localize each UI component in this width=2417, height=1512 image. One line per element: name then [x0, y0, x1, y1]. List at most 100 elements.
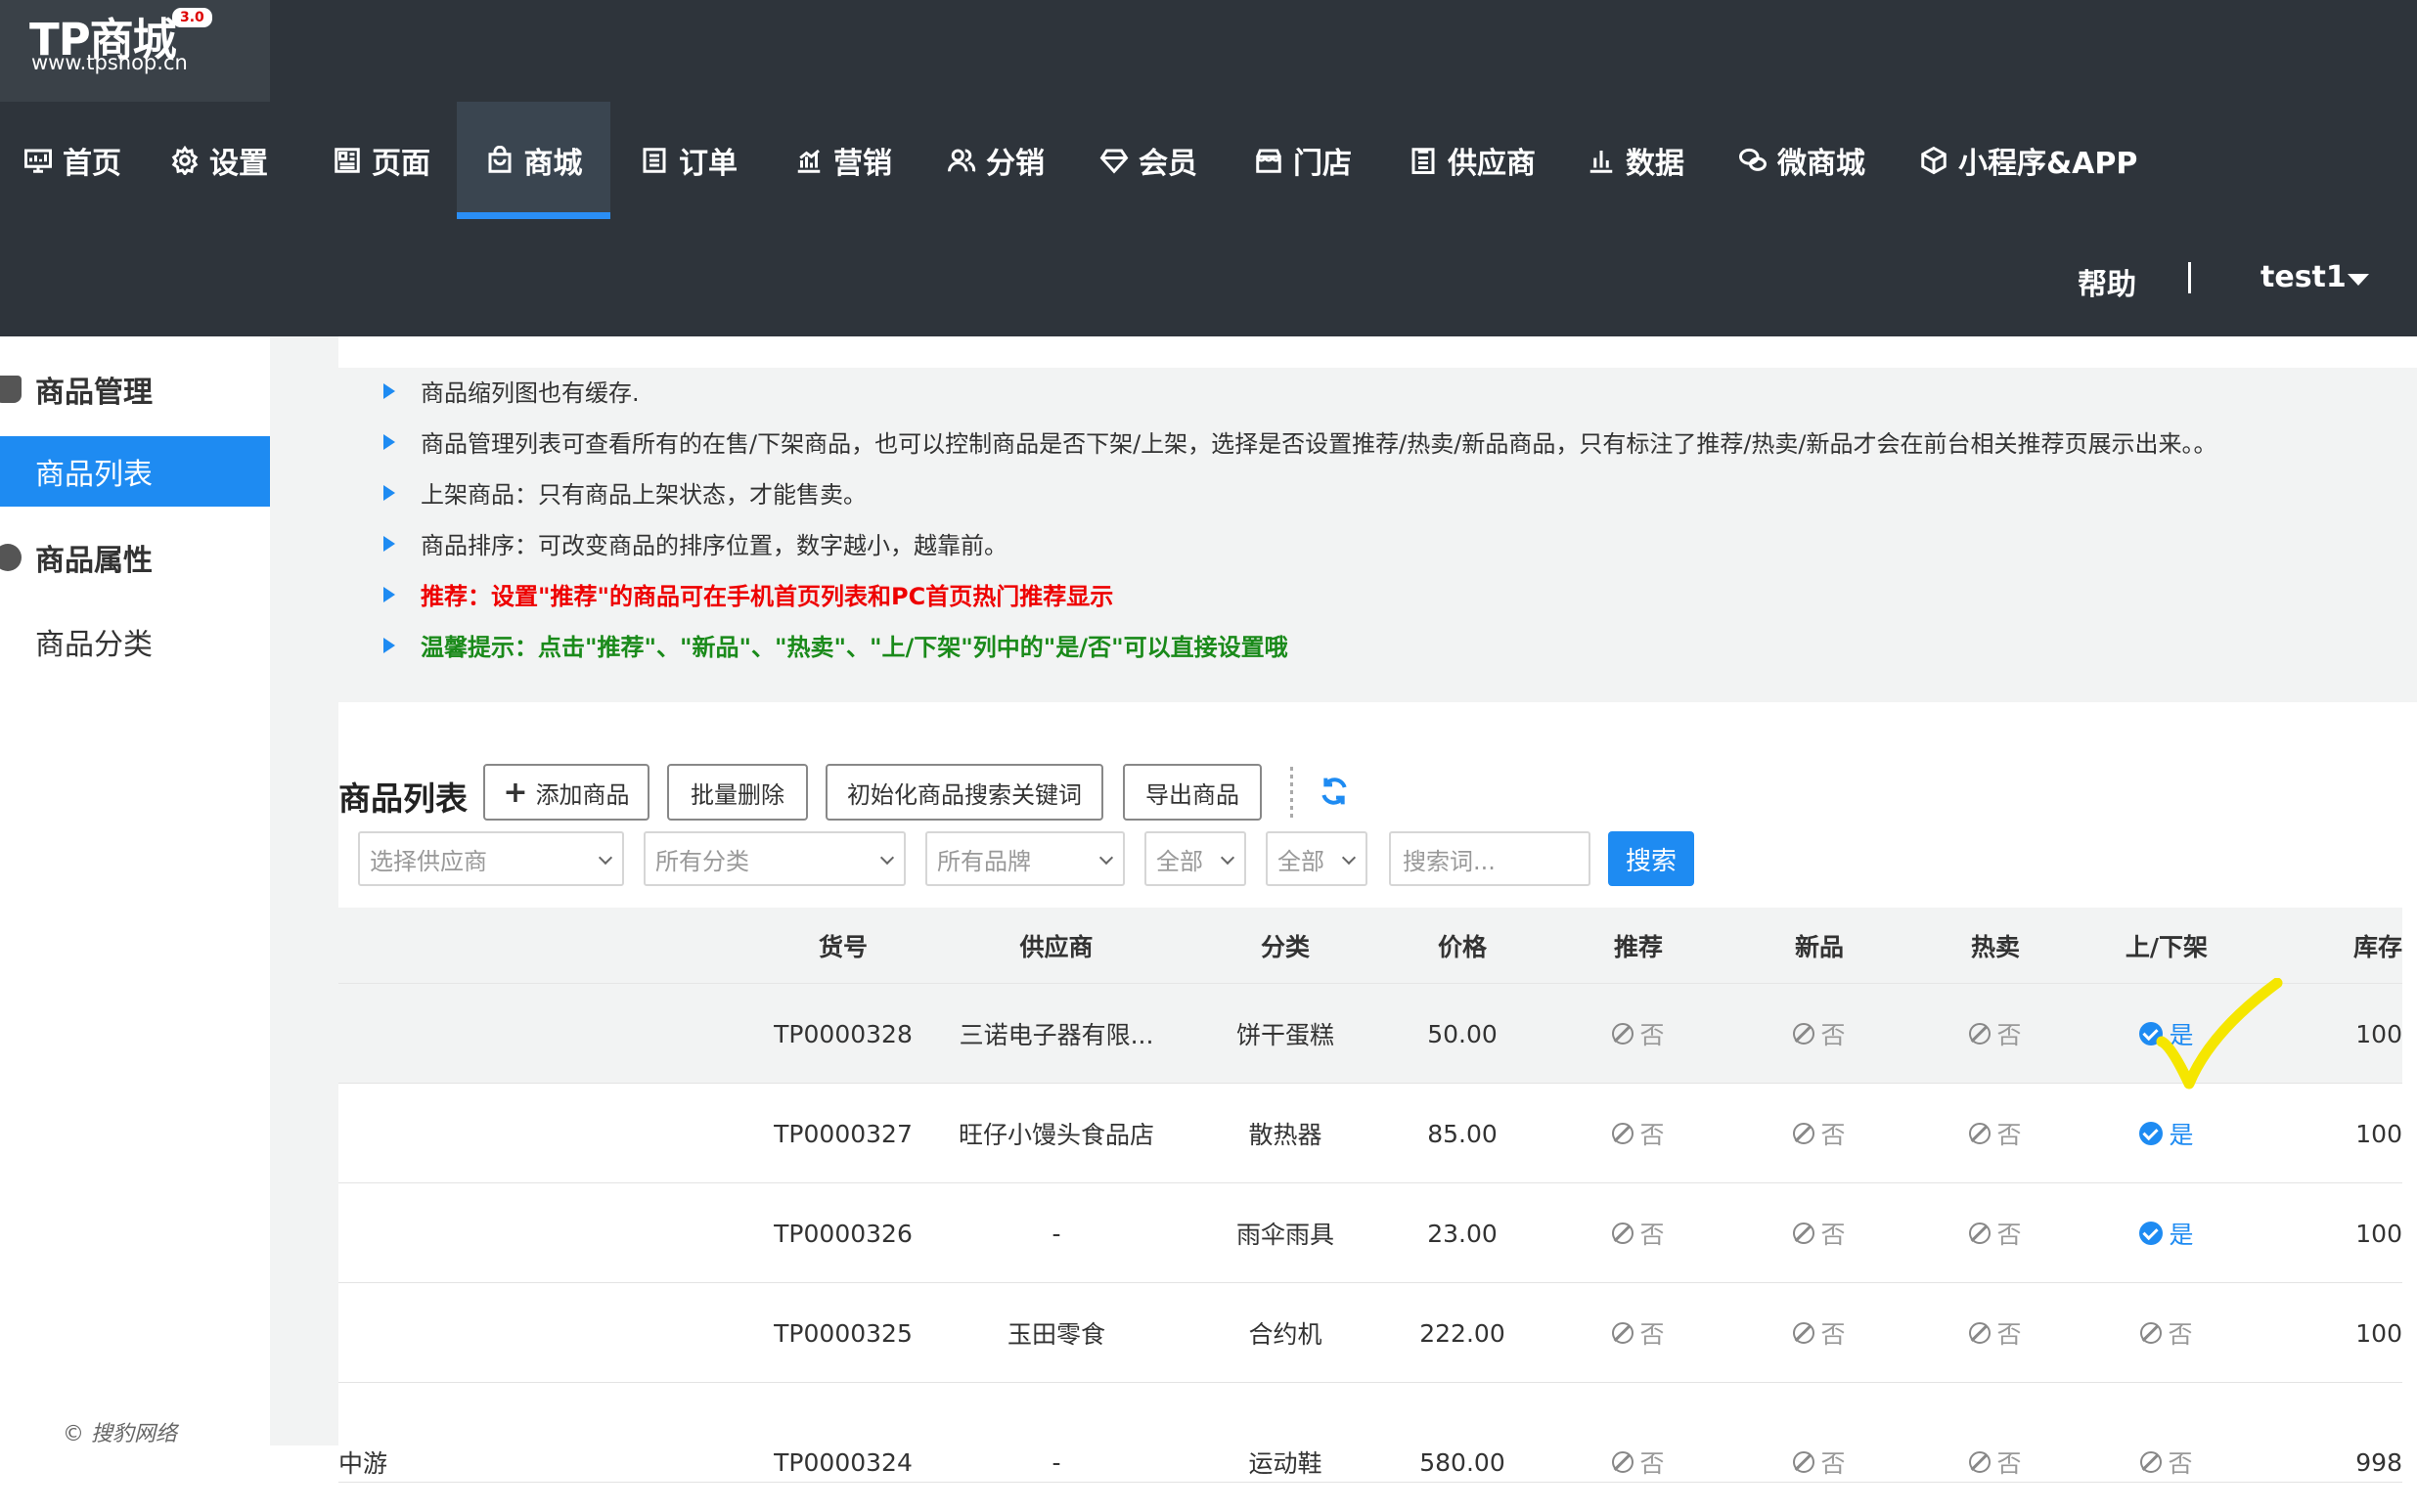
toggle-new[interactable]: 否	[1731, 1412, 1907, 1512]
toggle-new[interactable]: 否	[1731, 1084, 1907, 1183]
search-input[interactable]: 搜索词...	[1389, 831, 1590, 886]
cube-icon	[1921, 146, 1947, 175]
nav-item-settings[interactable]: 设置	[170, 102, 268, 219]
nav-item-marketing[interactable]: 营销	[794, 102, 892, 219]
wechat-icon	[1739, 148, 1767, 171]
nav-item-data[interactable]: 数据	[1587, 102, 1684, 219]
batch-delete-button[interactable]: 批量删除	[667, 764, 808, 821]
status-no[interactable]: 否	[2140, 1315, 2193, 1351]
column-header-recommend[interactable]: 推荐	[1545, 908, 1731, 984]
init-search-keywords-button[interactable]: 初始化商品搜索关键词	[826, 764, 1103, 821]
nav-item-orders[interactable]: 订单	[640, 102, 738, 219]
status-text: 否	[1820, 1121, 1846, 1149]
status-no[interactable]: 否	[1793, 1315, 1846, 1351]
table-row[interactable]: TP0000328 三诺电子器有限... 饼干蛋糕 50.00 否否否是 100	[338, 984, 2402, 1084]
help-link[interactable]: 帮助	[2078, 260, 2136, 303]
ban-icon	[1793, 1223, 1815, 1244]
ban-icon	[1793, 1123, 1815, 1144]
nav-item-distribution[interactable]: 分销	[947, 102, 1045, 219]
status-no[interactable]: 否	[2140, 1445, 2193, 1480]
supplier-select[interactable]: 选择供应商	[358, 831, 624, 886]
status-no[interactable]: 否	[1969, 1445, 2022, 1480]
column-header-price[interactable]: 价格	[1379, 908, 1545, 984]
toggle-new[interactable]: 否	[1731, 1283, 1907, 1383]
nav-item-miniprogram-app[interactable]: 小程序&APP	[1919, 102, 2137, 219]
nav-label: 商城	[523, 147, 583, 181]
status-yes[interactable]: 是	[2139, 1116, 2194, 1151]
status-yes[interactable]: 是	[2139, 1216, 2194, 1251]
status-no[interactable]: 否	[1793, 1445, 1846, 1480]
toggle-recommend[interactable]: 否	[1545, 1084, 1731, 1183]
column-header-category[interactable]: 分类	[1191, 908, 1379, 984]
sidebar-item-goods-category[interactable]: 商品分类	[0, 606, 270, 677]
chart-icon	[797, 149, 821, 173]
toggle-hot[interactable]: 否	[1907, 1183, 2083, 1283]
column-header-supplier[interactable]: 供应商	[921, 908, 1191, 984]
status-no[interactable]: 否	[1969, 1116, 2022, 1151]
toggle-recommend[interactable]: 否	[1545, 1283, 1731, 1383]
status-no[interactable]: 否	[1612, 1315, 1665, 1351]
caret-down-icon[interactable]	[2348, 274, 2369, 286]
brand-select[interactable]: 所有品牌	[925, 831, 1125, 886]
logo[interactable]: TP商城 3.0 www.tpshop.cn	[0, 0, 270, 102]
nav-label: 会员	[1139, 147, 1197, 181]
toggle-hot[interactable]: 否	[1907, 1283, 2083, 1383]
table-row[interactable]: TP0000326 - 雨伞雨具 23.00 否 否 否 是 100	[338, 1183, 2402, 1283]
nav-item-stores[interactable]: 门店	[1254, 102, 1352, 219]
toggle-on-sale[interactable]: 否	[2083, 1412, 2250, 1512]
check-circle-icon	[2139, 1222, 2164, 1245]
nav-item-members[interactable]: 会员	[1099, 102, 1197, 219]
ban-icon	[1612, 1451, 1634, 1473]
status-no[interactable]: 否	[1969, 1216, 2022, 1251]
toggle-hot[interactable]: 否	[1907, 1412, 2083, 1512]
toggle-hot[interactable]: 否	[1907, 984, 2083, 1084]
add-goods-button[interactable]: + 添加商品	[483, 764, 649, 821]
column-header-on-sale[interactable]: 上/下架	[2083, 908, 2250, 984]
type-select[interactable]: 全部	[1266, 831, 1367, 886]
status-no[interactable]: 否	[1612, 1445, 1665, 1480]
cell-supplier: -	[1052, 1219, 1061, 1248]
status-no[interactable]: 否	[1793, 1116, 1846, 1151]
select-value: 全部	[1277, 847, 1324, 875]
table-row[interactable]: 中游 TP0000324 - 运动鞋 580.00 否 否 否 否 998	[338, 1383, 2402, 1483]
nav-item-wechat-mall[interactable]: 微商城	[1738, 102, 1865, 219]
toggle-new[interactable]: 否	[1731, 1183, 1907, 1283]
tip-item: 商品管理列表可查看所有的在售/下架商品，也可以控制商品是否下架/上架，选择是否设…	[383, 424, 2217, 459]
table-row[interactable]: TP0000327 旺仔小馒头食品店 散热器 85.00 否否否是 100	[338, 1084, 2402, 1183]
column-header-stock[interactable]: 库存	[2250, 908, 2402, 984]
nav-label: 数据	[1626, 147, 1684, 181]
cell-category: 饼干蛋糕	[1235, 1021, 1334, 1049]
toggle-recommend[interactable]: 否	[1545, 984, 1731, 1084]
column-header-sku[interactable]: 货号	[765, 908, 921, 984]
table-row[interactable]: TP0000325 玉田零食 合约机 222.00 否 否 否 否 100	[338, 1283, 2402, 1383]
chevron-down-icon	[1220, 850, 1235, 866]
status-no[interactable]: 否	[1969, 1315, 2022, 1351]
cell-price: 23.00	[1427, 1219, 1498, 1248]
nav-item-suppliers[interactable]: 供应商	[1409, 102, 1536, 219]
sidebar-item-goods-list[interactable]: 商品列表	[0, 436, 270, 507]
toggle-hot[interactable]: 否	[1907, 1084, 2083, 1183]
status-select[interactable]: 全部	[1144, 831, 1246, 886]
column-header-new[interactable]: 新品	[1731, 908, 1907, 984]
status-no[interactable]: 否	[1793, 1216, 1846, 1251]
refresh-icon[interactable]	[1319, 776, 1350, 807]
search-button[interactable]: 搜索	[1608, 831, 1694, 886]
category-select[interactable]: 所有分类	[644, 831, 906, 886]
toggle-recommend[interactable]: 否	[1545, 1412, 1731, 1512]
user-menu[interactable]: test1	[2260, 260, 2347, 294]
status-no[interactable]: 否	[1969, 1016, 2022, 1051]
column-header-hot[interactable]: 热卖	[1907, 908, 2083, 984]
nav-item-home[interactable]: 首页	[23, 102, 121, 219]
toggle-new[interactable]: 否	[1731, 984, 1907, 1084]
status-no[interactable]: 否	[1612, 1016, 1665, 1051]
status-no[interactable]: 否	[1612, 1216, 1665, 1251]
export-goods-button[interactable]: 导出商品	[1123, 764, 1262, 821]
status-no[interactable]: 否	[1612, 1116, 1665, 1151]
nav-item-mall[interactable]: 商城	[457, 102, 610, 219]
toggle-on-sale[interactable]: 是	[2083, 1183, 2250, 1283]
chevron-down-icon	[879, 850, 895, 866]
nav-item-pages[interactable]: 页面	[333, 102, 430, 219]
toggle-on-sale[interactable]: 否	[2083, 1283, 2250, 1383]
toggle-recommend[interactable]: 否	[1545, 1183, 1731, 1283]
status-no[interactable]: 否	[1793, 1016, 1846, 1051]
